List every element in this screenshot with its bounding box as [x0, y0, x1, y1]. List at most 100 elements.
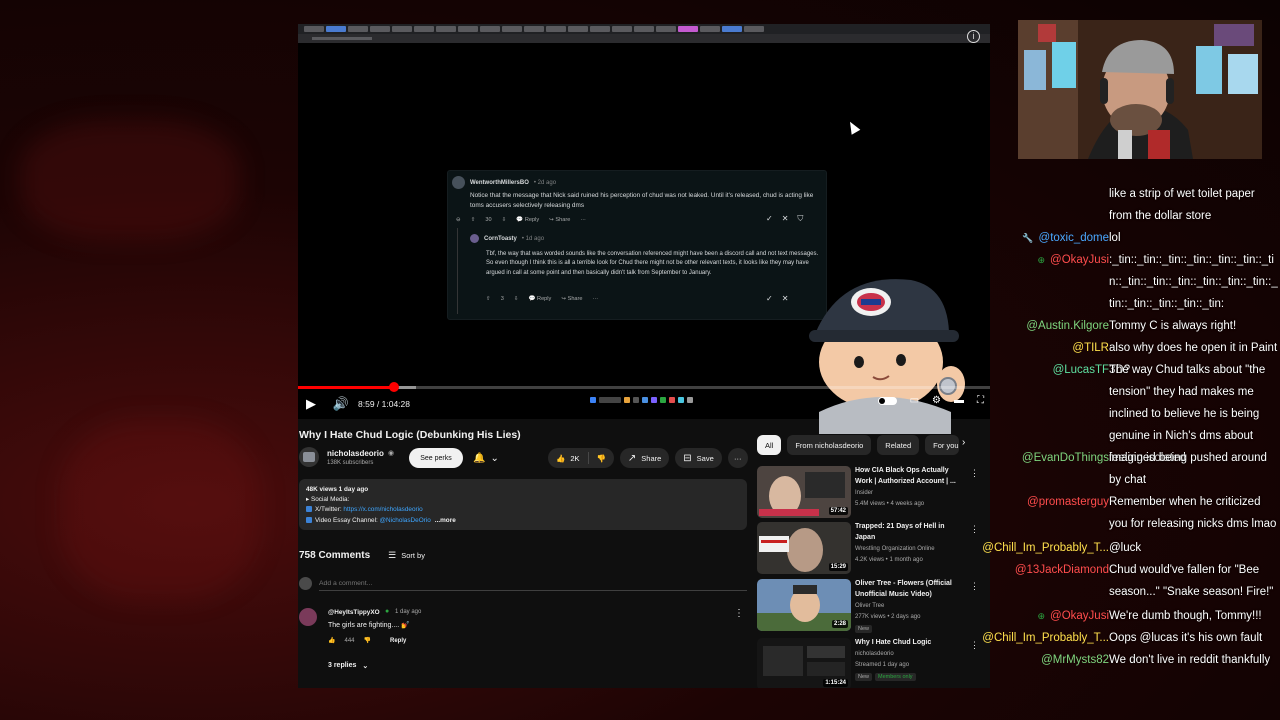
browser-address-bar[interactable] [298, 34, 990, 43]
browser-tab[interactable] [568, 26, 588, 32]
theater-mode-icon[interactable]: ▬ [954, 395, 964, 406]
progress-scrubber[interactable] [389, 382, 400, 392]
browser-tab[interactable] [744, 26, 764, 32]
reply-button[interactable]: Reply [390, 638, 406, 644]
approve-icon[interactable]: ✓ [766, 294, 773, 303]
taskbar-app-icon[interactable] [632, 396, 639, 403]
captions-icon[interactable]: ▭ [910, 395, 919, 406]
taskbar-app-icon[interactable] [623, 396, 630, 403]
info-icon[interactable]: i [967, 30, 980, 43]
video-thumbnail[interactable]: 1:15:24 [757, 638, 851, 688]
browser-tab[interactable] [480, 26, 500, 32]
downvote-icon[interactable]: ⇩ [514, 296, 519, 302]
chip-from-channel[interactable]: From nicholasdeorio [787, 435, 872, 455]
chip-related[interactable]: Related [877, 435, 920, 455]
thumbs-down-icon[interactable]: 👎 [364, 637, 371, 644]
video-menu-icon[interactable]: ⋮ [970, 524, 979, 535]
video-menu-icon[interactable]: ⋮ [970, 581, 979, 592]
remove-icon[interactable]: ✕ [782, 214, 789, 224]
reddit-username[interactable]: CornToasty [484, 236, 517, 242]
browser-tab[interactable] [458, 26, 478, 32]
fullscreen-icon[interactable]: ⛶ [977, 395, 984, 406]
more-icon[interactable]: ··· [580, 217, 586, 223]
comment-menu-icon[interactable]: ⋮ [734, 608, 744, 619]
essay-channel-link[interactable]: @NicholasDeOrio [380, 517, 431, 524]
channel-name[interactable]: nicholasdeorio [327, 449, 384, 458]
taskbar-app-icon[interactable] [641, 396, 648, 403]
share-button[interactable]: ↗ Share [619, 448, 670, 468]
commenter-avatar[interactable] [299, 608, 317, 626]
browser-tab[interactable] [590, 26, 610, 32]
reddit-username[interactable]: WentworthMillersBO [470, 180, 529, 186]
chat-username[interactable]: @13JackDiamond [1015, 559, 1109, 581]
video-menu-icon[interactable]: ⋮ [970, 468, 979, 479]
comment-author[interactable]: @HeyItsTippyXO [328, 609, 380, 616]
chat-username[interactable]: @Austin.Kilgore [1026, 315, 1109, 337]
volume-icon[interactable]: 🔊 [333, 396, 349, 412]
approve-icon[interactable]: ✓ [766, 214, 773, 224]
more-actions-button[interactable]: ··· [727, 448, 748, 468]
chat-username[interactable]: ⊕ @OkayJusi [1037, 249, 1109, 271]
upvote-icon[interactable]: ⇧ [486, 296, 491, 302]
browser-tab[interactable] [722, 26, 742, 32]
related-video-channel[interactable]: nicholasdeorio [855, 651, 894, 657]
browser-tab[interactable] [612, 26, 632, 32]
downvote-icon[interactable]: ⇩ [502, 217, 507, 223]
taskbar-app-icon[interactable] [677, 396, 684, 403]
start-icon[interactable] [589, 396, 596, 403]
shield-icon[interactable]: ⛉ [797, 214, 803, 224]
show-more-link[interactable]: ...more [435, 517, 456, 524]
browser-tab[interactable] [678, 26, 698, 32]
related-video-channel[interactable]: Oliver Tree [855, 603, 884, 609]
related-video[interactable]: 1:15:24 Why I Hate Chud Logic nicholasde… [757, 638, 982, 688]
reply-button[interactable]: 💬 Reply [529, 296, 552, 302]
chat-username[interactable]: @MrMysts82 [1041, 649, 1109, 671]
related-video-title[interactable]: How CIA Black Ops Actually Work | Author… [855, 466, 965, 487]
browser-tab[interactable] [348, 26, 368, 32]
browser-tab[interactable] [414, 26, 434, 32]
browser-tab[interactable] [436, 26, 456, 32]
like-button[interactable]: 👍 2K [548, 448, 588, 468]
related-video-title[interactable]: Why I Hate Chud Logic [855, 638, 965, 649]
comment-time[interactable]: 1 day ago [395, 609, 421, 615]
chip-all[interactable]: All [757, 435, 782, 455]
chip-for-you[interactable]: For you [925, 435, 960, 455]
see-perks-button[interactable]: See perks [409, 448, 463, 468]
chat-username[interactable]: @LucasTF [1053, 359, 1109, 381]
chat-username[interactable]: @EvanDoThings [1022, 447, 1109, 469]
share-button[interactable]: ↪ Share [549, 217, 570, 223]
channel-avatar[interactable] [299, 447, 319, 467]
chat-username[interactable]: @promasterguy [1027, 491, 1109, 513]
play-button[interactable]: ▶ [304, 396, 318, 412]
collapse-icon[interactable]: ⊖ [456, 217, 461, 223]
reply-button[interactable]: 💬 Reply [516, 217, 539, 223]
upvote-icon[interactable]: ⇧ [471, 217, 476, 223]
video-thumbnail[interactable]: 15:29 [757, 522, 851, 574]
thumbs-up-icon[interactable]: 👍 [328, 637, 335, 644]
browser-tab[interactable] [656, 26, 676, 32]
notification-bell-button[interactable]: 🔔 ⌄ [469, 448, 503, 468]
browser-tab[interactable] [502, 26, 522, 32]
video-player[interactable]: WentworthMillersBO • 2d ago Notice that … [298, 43, 990, 434]
chat-username[interactable]: @TILR [1072, 337, 1109, 359]
related-video-title[interactable]: Trapped: 21 Days of Hell in Japan [855, 522, 965, 543]
taskbar-search[interactable] [598, 396, 621, 403]
browser-tab-strip[interactable] [298, 24, 990, 34]
add-comment-input[interactable] [319, 577, 747, 591]
chat-username[interactable]: @Chill_Im_Probably_T... [982, 627, 1109, 649]
chevron-right-icon[interactable]: › [962, 437, 965, 448]
dislike-button[interactable]: 👎 [589, 448, 614, 468]
more-icon[interactable]: ··· [593, 296, 599, 302]
chat-username[interactable]: ⊕ @OkayJusi [1037, 605, 1109, 627]
browser-tab[interactable] [546, 26, 566, 32]
video-thumbnail[interactable]: 2:28 [757, 579, 851, 631]
chat-username[interactable]: 🔧 @toxic_dome [1022, 227, 1109, 249]
taskbar-app-icon[interactable] [686, 396, 693, 403]
view-replies-button[interactable]: 3 replies ⌄ [328, 662, 368, 670]
twitter-link[interactable]: https://x.com/nicholasdeorio [343, 506, 422, 513]
related-video[interactable]: 57:42 How CIA Black Ops Actually Work | … [757, 466, 982, 520]
related-video-title[interactable]: Oliver Tree - Flowers (Official Unoffici… [855, 579, 965, 600]
progress-bar[interactable] [298, 382, 990, 392]
browser-tab[interactable] [524, 26, 544, 32]
browser-tab[interactable] [304, 26, 324, 32]
